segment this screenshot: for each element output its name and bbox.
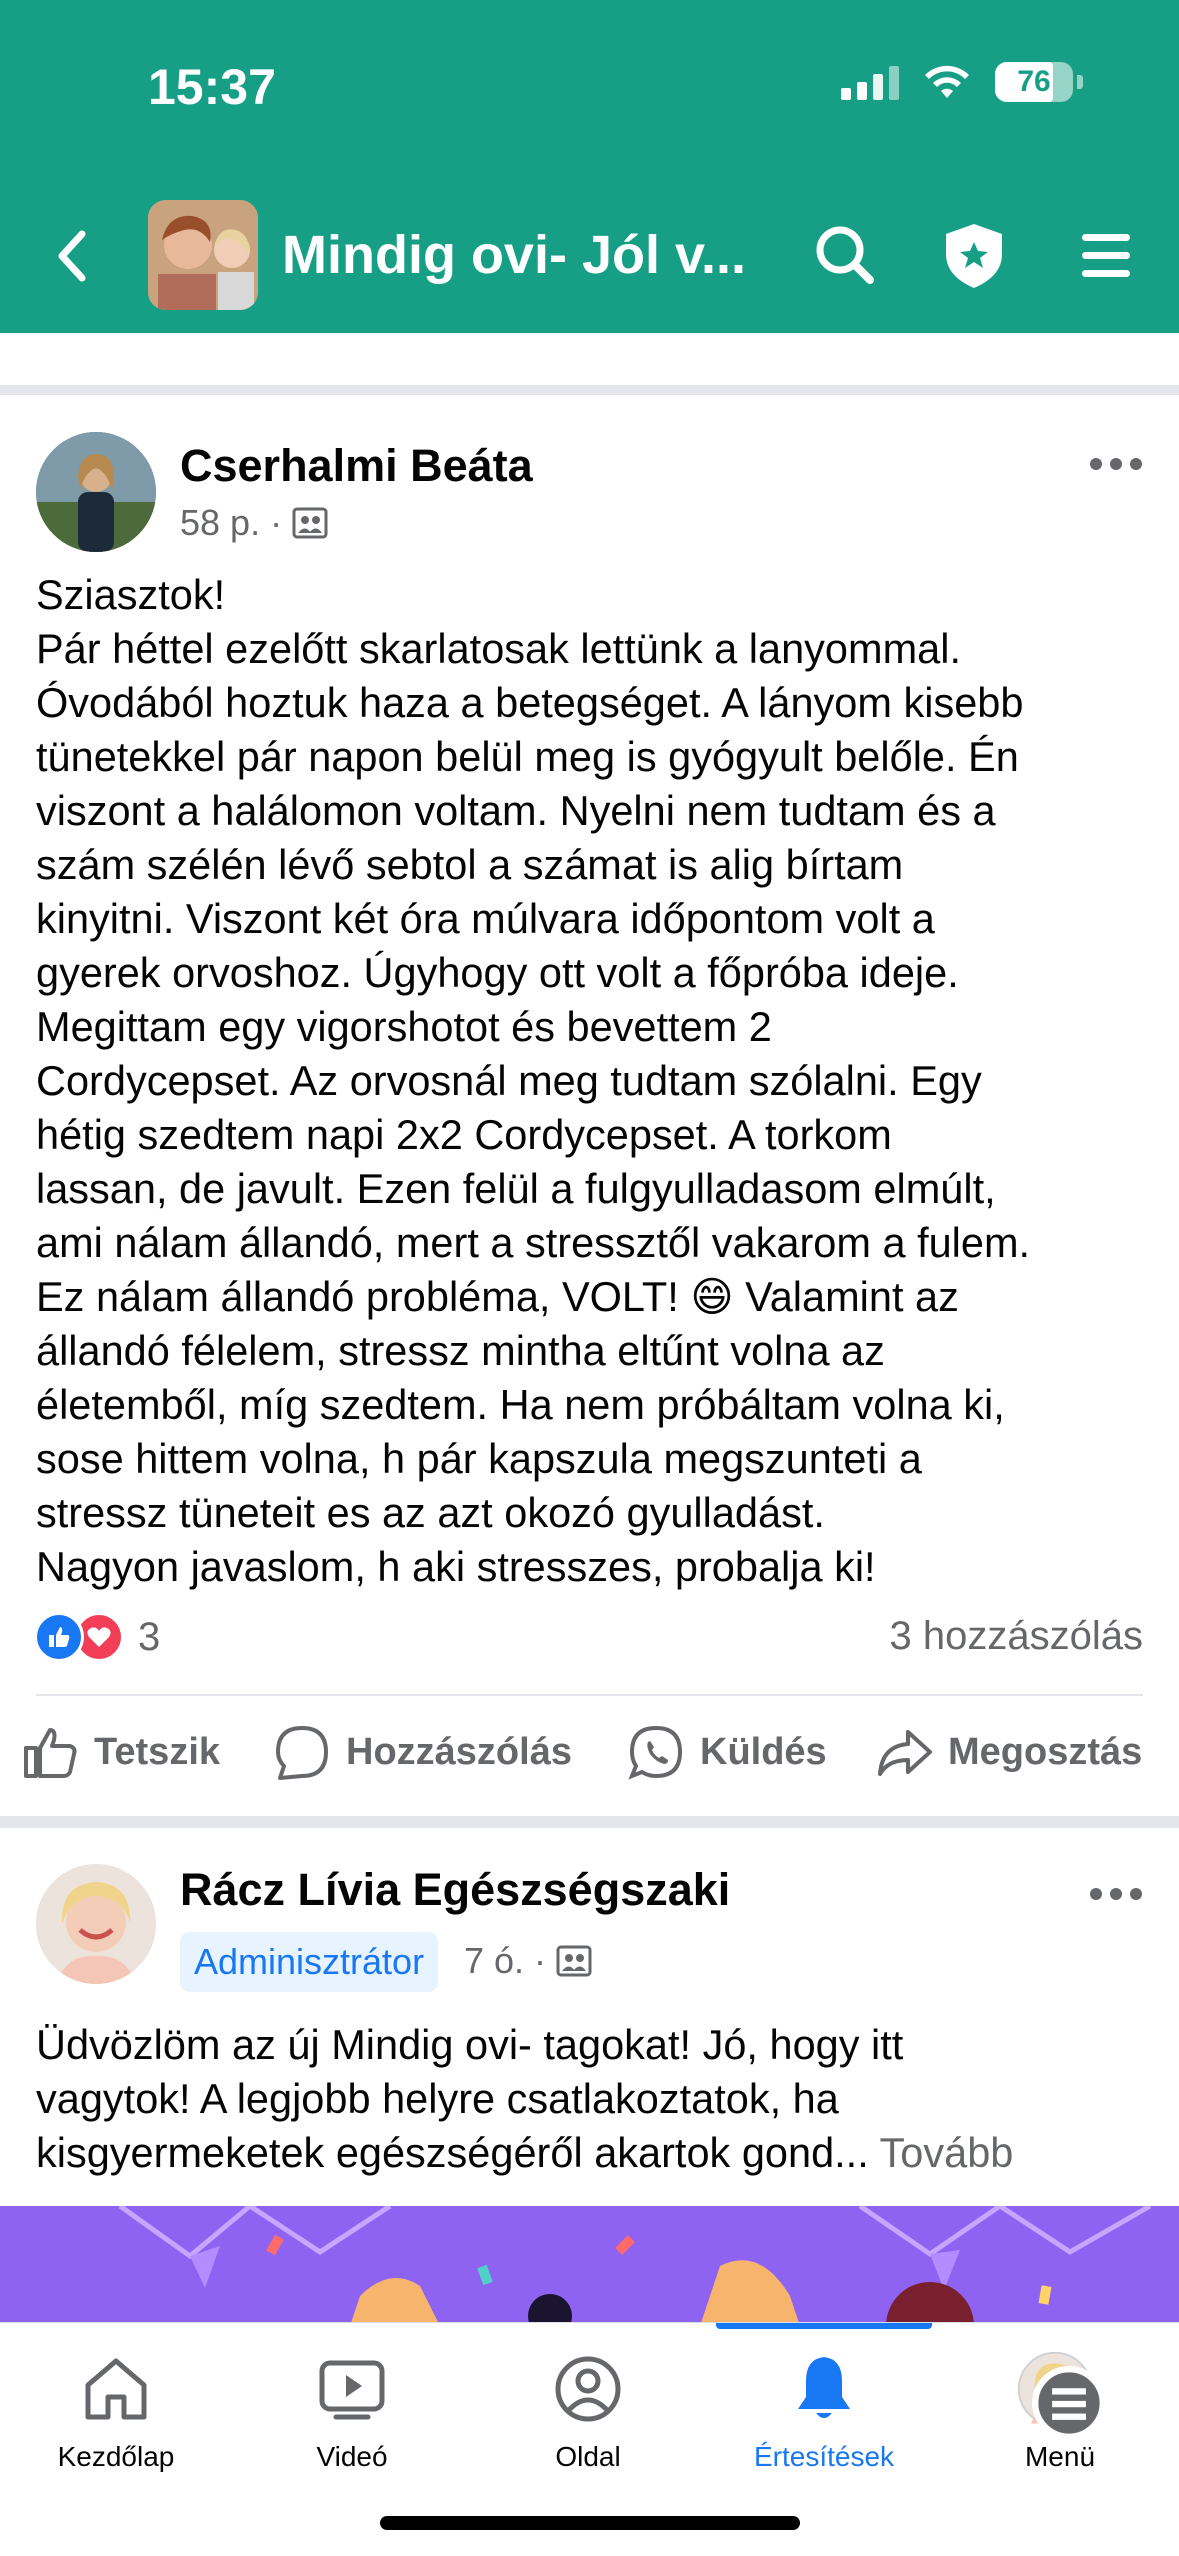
meta-dot: · [270, 502, 283, 543]
post-time[interactable]: 58 p. [180, 502, 260, 544]
post-author-name[interactable]: Cserhalmi Beáta [180, 440, 533, 492]
like-reaction-icon [34, 1612, 84, 1662]
post-line: viszont a halálomon voltam. Nyelni nem t… [36, 787, 996, 834]
whatsapp-icon [628, 1725, 683, 1780]
video-icon [319, 2360, 385, 2420]
post-line: állandó félelem, stressz mintha eltűnt v… [36, 1327, 885, 1374]
battery-icon: 76 [995, 62, 1073, 102]
tab-label: Menü [1024, 2441, 1096, 2472]
tab-label: Videó [316, 2441, 388, 2472]
post-line: hétig szedtem napi 2x2 Cordycepset. A to… [36, 1111, 892, 1158]
author-avatar[interactable] [36, 432, 156, 552]
reaction-count: 3 [138, 1614, 161, 1659]
tab-label: Értesítések [753, 2441, 895, 2472]
tab-home[interactable]: Kezdőlap [16, 2351, 216, 2473]
group-audience-icon [292, 507, 328, 539]
tab-label: Kezdőlap [57, 2441, 175, 2472]
menu-avatar [1017, 2351, 1106, 2440]
post-line: Óvodából hoztuk haza a betegséget. A lán… [36, 679, 1024, 726]
like-label: Tetszik [94, 1730, 221, 1773]
bell-icon [798, 2357, 850, 2418]
battery-level: 76 [1017, 65, 1051, 98]
post-body: Sziasztok! Pár héttel ezelőtt skarlatosa… [36, 568, 1156, 1594]
post-meta: 58 p. · [180, 502, 328, 544]
post-line: kinyitni. Viszont két óra múlvara időpon… [36, 895, 935, 942]
active-tab-indicator [716, 2323, 932, 2329]
post-line: vagytok! A legjobb helyre csatlakoztatok… [36, 2075, 839, 2122]
group-title[interactable]: Mindig ovi- Jól v... [282, 224, 746, 286]
comment-button[interactable]: Hozzászólás [272, 1722, 572, 1782]
divider [36, 1694, 1143, 1696]
share-button[interactable]: Megosztás [874, 1722, 1142, 1782]
status-icons: 76 [841, 62, 1083, 102]
post-line: életemből, míg szedtem. Ha nem próbáltam… [36, 1381, 1005, 1428]
signal-icon [841, 64, 899, 100]
group-audience-icon [556, 1945, 592, 1977]
post-line: tünetekkel pár napon belül meg is gyógyu… [36, 733, 1019, 780]
previous-post-edge [0, 333, 1179, 385]
feed-separator [0, 385, 1179, 395]
post-author-name[interactable]: Rácz Lívia Egészségszaki [180, 1864, 730, 1916]
reactions-summary[interactable]: 3 [34, 1612, 160, 1662]
comment-icon [276, 1726, 328, 1780]
like-button[interactable]: Tetszik [20, 1722, 220, 1782]
comment-label: Hozzászólás [346, 1730, 572, 1773]
post-options-icon[interactable] [1090, 458, 1142, 470]
post-line: gyerek orvoshoz. Úgyhogy ott volt a főpr… [36, 949, 959, 996]
see-more-link[interactable]: Tovább [880, 2129, 1014, 2176]
app-header: 15:37 76 Mindig ovi- Jól v... [0, 0, 1179, 333]
post-time[interactable]: 7 ó. [464, 1940, 524, 1982]
search-icon[interactable] [808, 218, 884, 294]
feed-separator [0, 1816, 1179, 1828]
tab-menu[interactable]: Menü [960, 2351, 1160, 2473]
meta-dot: · [534, 1940, 547, 1981]
tab-profile[interactable]: Oldal [488, 2351, 688, 2473]
tab-label: Oldal [555, 2441, 621, 2472]
tab-notifications[interactable]: Értesítések [724, 2351, 924, 2473]
post-line: Üdvözlöm az új Mindig ovi- tagokat! Jó, … [36, 2021, 904, 2068]
group-avatar[interactable] [148, 200, 258, 310]
post-line: Pár héttel ezelőtt skarlatosak lettünk a… [36, 625, 961, 672]
back-icon[interactable] [48, 226, 100, 286]
profile-icon [555, 2356, 621, 2422]
thumbs-up-icon [24, 1728, 77, 1778]
share-icon [878, 1730, 932, 1776]
post-line: Ez nálam állandó probléma, VOLT! 😄 Valam… [36, 1273, 959, 1320]
admin-shield-icon[interactable] [936, 218, 1012, 294]
send-button[interactable]: Küldés [626, 1722, 827, 1782]
post-actions: Tetszik Hozzászólás Küldés Megosztás [0, 1722, 1179, 1792]
post-line: lassan, de javult. Ezen felül a fulgyull… [36, 1165, 996, 1212]
admin-badge: Adminisztrátor [180, 1932, 439, 1992]
post-line: sose hittem volna, h pár kapszula megszu… [36, 1435, 922, 1482]
post-line: Sziasztok! [36, 571, 226, 618]
comment-count[interactable]: 3 hozzászólás [890, 1614, 1143, 1659]
welcome-banner-image[interactable] [0, 2206, 1179, 2326]
send-label: Küldés [700, 1730, 827, 1773]
wifi-icon [925, 65, 969, 98]
share-label: Megosztás [948, 1730, 1143, 1773]
post-meta: 7 ó. · [464, 1940, 592, 1982]
post-line: kisgyermeketek egészségéről akartok gond… [36, 2129, 869, 2176]
post-line: stressz tüneteit es az azt okozó gyullad… [36, 1489, 825, 1536]
post-line: szám szélén lévő sebtol a számat is alig… [36, 841, 904, 888]
author-avatar[interactable] [36, 1864, 156, 1984]
post-line: ami nálam állandó, mert a stressztől vak… [36, 1219, 1031, 1266]
tab-video[interactable]: Videó [252, 2351, 452, 2473]
menu-hamburger-icon [1032, 2366, 1106, 2440]
post-line: Nagyon javaslom, h aki stresszes, probal… [36, 1543, 876, 1590]
status-time: 15:37 [148, 59, 276, 115]
home-icon [85, 2358, 147, 2420]
post-line: Cordycepset. Az orvosnál meg tudtam szól… [36, 1057, 982, 1104]
post-line: Megittam egy vigorshotot és bevettem 2 [36, 1003, 772, 1050]
menu-icon[interactable] [1068, 218, 1144, 294]
post-body: Üdvözlöm az új Mindig ovi- tagokat! Jó, … [36, 2018, 1156, 2180]
post-options-icon[interactable] [1090, 1888, 1142, 1900]
home-indicator [380, 2516, 800, 2530]
